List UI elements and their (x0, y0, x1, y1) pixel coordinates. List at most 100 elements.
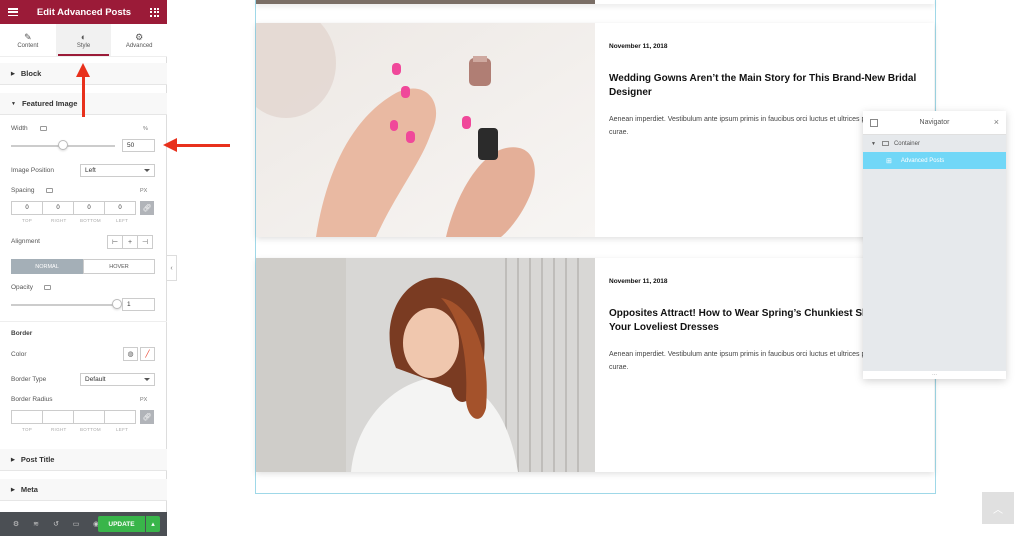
scroll-to-top-button[interactable]: ︿ (982, 492, 1014, 524)
link-values-button[interactable]: 🔗︎ (140, 201, 154, 215)
panel-tabs: ✎ Content ◐ Style ⚙ Advanced (0, 24, 167, 57)
desktop-icon[interactable] (40, 126, 47, 131)
post-card: November 11, 2018 Wedding Gowns Aren’t t… (256, 23, 934, 237)
radius-left-input[interactable] (104, 410, 136, 424)
triangle-right-icon: ▶ (11, 486, 15, 493)
tab-label: Style (76, 42, 91, 49)
border-type-select[interactable]: Default (80, 373, 155, 386)
desktop-icon[interactable] (46, 188, 53, 193)
post-image[interactable] (256, 23, 595, 237)
post-card: November 11, 2018 Opposites Attract! How… (256, 258, 934, 472)
opacity-label: Opacity (11, 284, 34, 291)
tab-label: Advanced (125, 42, 153, 49)
spacing-left-input[interactable]: 0 (104, 201, 136, 215)
link-values-button[interactable]: 🔗︎ (140, 410, 154, 424)
side-label: TOP (22, 218, 33, 223)
post-image[interactable] (256, 258, 595, 472)
image-position-select[interactable]: Left (80, 164, 155, 177)
tab-style[interactable]: ◐ Style (55, 24, 112, 56)
radius-bottom-input[interactable] (73, 410, 105, 424)
select-value: Default (85, 376, 106, 383)
update-options-button[interactable]: ▴ (146, 516, 160, 532)
panel-header: Edit Advanced Posts (0, 0, 167, 24)
width-input[interactable]: 50 (122, 139, 155, 152)
spacing-unit[interactable]: PX (140, 188, 147, 194)
navigator-panel: Navigator × ▼ Container ⊞ Advanced Posts… (863, 111, 1006, 379)
navigator-item-container[interactable]: ▼ Container (863, 135, 1006, 152)
section-label: Block (20, 69, 42, 78)
navigator-item-advanced-posts[interactable]: ⊞ Advanced Posts (863, 152, 1006, 169)
tab-content[interactable]: ✎ Content (0, 24, 56, 56)
history-icon[interactable]: ↺ (46, 520, 66, 528)
tab-label: Content (17, 42, 39, 49)
annotation-arrow-up-head (76, 63, 90, 77)
align-left-icon[interactable]: ⊢ (107, 235, 123, 249)
post-image (256, 0, 595, 4)
side-label: LEFT (116, 427, 129, 432)
section-meta[interactable]: ▶ Meta (0, 479, 167, 501)
triangle-right-icon: ▶ (11, 70, 15, 77)
opacity-input[interactable]: 1 (122, 298, 155, 311)
spacing-top-input[interactable]: 0 (11, 201, 43, 215)
spacing-right-input[interactable]: 0 (42, 201, 74, 215)
globe-icon[interactable]: ◍ (123, 347, 138, 361)
layers-icon[interactable]: ≋ (26, 520, 46, 528)
pencil-icon: ✎ (24, 31, 32, 42)
opacity-slider-track[interactable] (11, 304, 117, 306)
border-type-label: Border Type (11, 376, 47, 383)
side-label: BOTTOM (80, 218, 101, 223)
navigator-item-label: Container (893, 140, 920, 147)
divider (0, 321, 167, 322)
radius-unit[interactable]: PX (140, 397, 147, 403)
annotation-arrow-up-shaft (82, 76, 85, 117)
section-label: Post Title (20, 455, 55, 464)
side-label: TOP (22, 427, 33, 432)
annotation-arrow-left-head (163, 138, 177, 152)
gear-icon: ⚙ (135, 31, 144, 42)
navigator-header[interactable]: Navigator × (863, 111, 1006, 135)
radius-right-input[interactable] (42, 410, 74, 424)
tab-hover[interactable]: HOVER (83, 259, 155, 274)
collapse-all-icon[interactable] (870, 119, 878, 127)
tab-advanced[interactable]: ⚙ Advanced (111, 24, 167, 56)
annotation-arrow-left-shaft (176, 144, 230, 147)
section-label: Featured Image (21, 99, 78, 108)
section-post-title[interactable]: ▶ Post Title (0, 449, 167, 471)
update-button[interactable]: UPDATE (98, 516, 145, 532)
caret-up-icon: ▴ (151, 521, 155, 528)
responsive-icon[interactable]: ▭ (66, 520, 86, 528)
side-label: RIGHT (51, 218, 67, 223)
settings-icon[interactable]: ⚙ (6, 520, 26, 528)
color-picker-button[interactable]: ╱ (140, 347, 155, 361)
align-right-icon[interactable]: ⊣ (137, 235, 153, 249)
chevron-left-icon: ‹ (170, 264, 173, 272)
radius-top-input[interactable] (11, 410, 43, 424)
half-circle-icon: ◐ (80, 31, 87, 42)
post-title[interactable]: Wedding Gowns Aren’t the Main Story for … (609, 72, 927, 100)
side-label: RIGHT (51, 427, 67, 432)
widget-grid-icon: ⊞ (886, 157, 892, 165)
spacing-bottom-input[interactable]: 0 (73, 201, 105, 215)
close-icon[interactable]: × (994, 117, 999, 127)
navigator-resize-handle[interactable]: ... (863, 371, 1006, 379)
border-heading: Border (11, 330, 33, 337)
caret-down-icon (144, 378, 150, 381)
spacing-label: Spacing (11, 187, 35, 194)
width-slider-handle[interactable] (58, 140, 68, 150)
post-date: November 11, 2018 (609, 43, 668, 50)
align-center-icon[interactable]: + (122, 235, 138, 249)
container-icon (881, 141, 889, 146)
menu-icon[interactable] (8, 8, 18, 16)
post-card (256, 0, 934, 4)
collapse-panel-handle[interactable]: ‹ (167, 255, 177, 281)
widgets-grid-icon[interactable] (150, 7, 159, 17)
chevron-up-icon: ︿ (993, 504, 1003, 516)
caret-down-icon (144, 169, 150, 172)
opacity-slider-handle[interactable] (112, 299, 122, 309)
link-icon: 🔗︎ (142, 414, 152, 421)
tab-normal[interactable]: NORMAL (11, 259, 83, 274)
desktop-icon[interactable] (44, 285, 51, 290)
width-unit[interactable]: % (143, 126, 148, 132)
triangle-down-icon: ▼ (11, 100, 16, 107)
select-value: Left (85, 167, 96, 174)
